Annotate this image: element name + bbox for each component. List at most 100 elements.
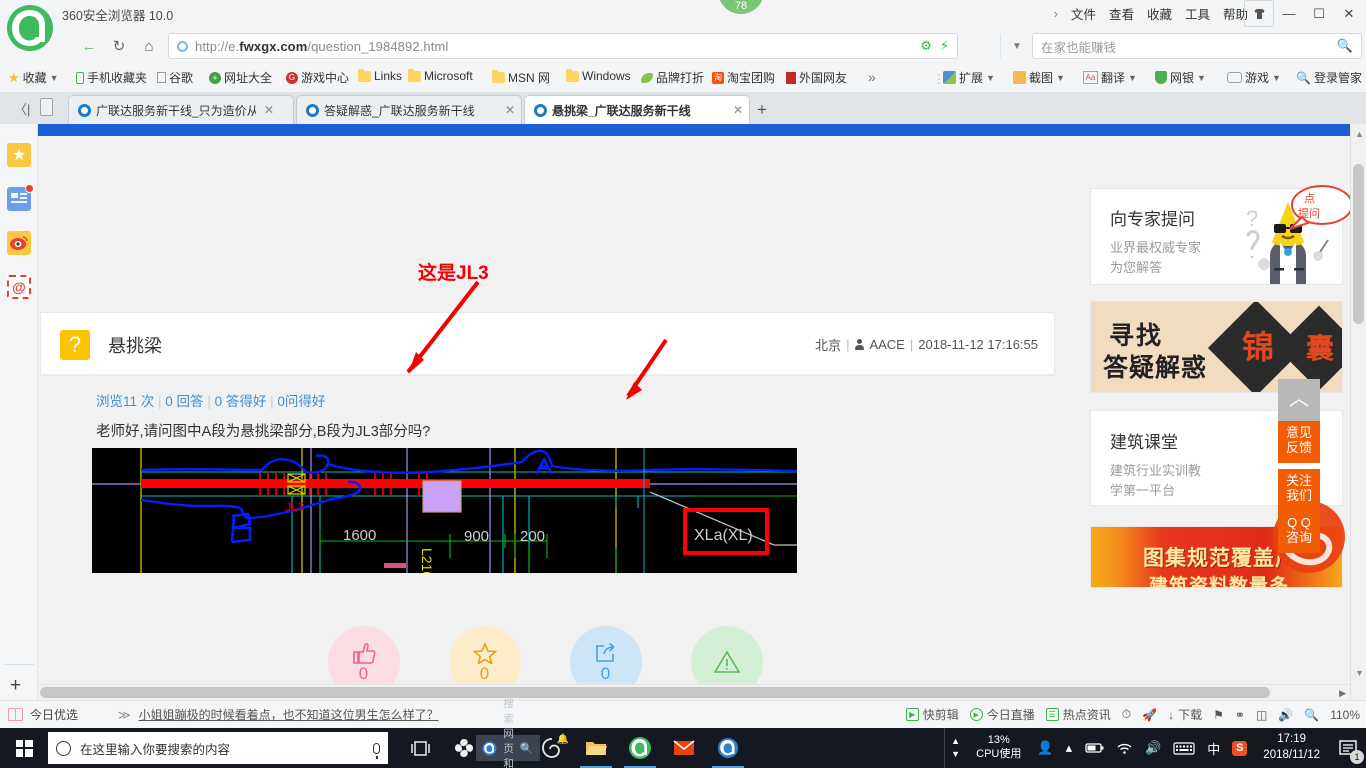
page-scrollbar-horizontal[interactable]: ▶ <box>38 684 1350 700</box>
search-input[interactable]: 在家也能赚钱 <box>1041 37 1337 56</box>
cpu-usage-widget[interactable]: 13% CPU使用 <box>966 734 1031 762</box>
follow-us-button[interactable]: 关注 我们 <box>1278 469 1320 511</box>
today-picks[interactable]: 今日优选 <box>8 706 78 723</box>
chevron-down-icon[interactable]: ▼ <box>986 73 995 83</box>
hscrollbar-thumb[interactable] <box>40 687 1270 698</box>
menu-favorites[interactable]: 收藏 <box>1147 4 1172 23</box>
menu-overflow-chevron-icon[interactable]: › <box>1054 6 1058 21</box>
tab-list-icon[interactable] <box>40 98 53 116</box>
maximize-button[interactable]: ☐ <box>1304 0 1334 27</box>
ask-expert-card[interactable]: 向专家提问 业界最权威专家 为您解答 ? 点 提问 <box>1090 185 1353 285</box>
address-bar[interactable]: http://e.fwxgx.com/question_1984892.html… <box>168 33 958 59</box>
sogou-ime-icon[interactable]: S <box>1226 740 1253 756</box>
tab-2[interactable]: 悬挑梁_广联达服务新干线 ✕ <box>524 95 750 124</box>
start-button[interactable] <box>0 728 48 768</box>
bookmark-links[interactable]: Links <box>358 68 402 83</box>
add-side-panel-button[interactable]: + <box>10 675 21 697</box>
taskbar-360-browser[interactable] <box>618 728 662 768</box>
bookmarks-overflow-icon[interactable]: » <box>868 69 876 85</box>
home-icon[interactable]: ⌂ <box>136 33 162 59</box>
new-tab-button[interactable]: + <box>757 100 767 120</box>
tool-quick-edit[interactable]: ▶ 快剪辑 <box>905 706 959 723</box>
scroll-up-icon[interactable]: ▲ <box>1355 129 1364 139</box>
tray-expand-icon[interactable]: ▴ <box>1060 740 1079 756</box>
chevron-down-icon[interactable]: ▼ <box>1197 73 1206 83</box>
tray-scroll-icons[interactable]: ▲ ▼ <box>944 728 966 768</box>
page-scrollbar-vertical[interactable]: ▲ ▼ <box>1350 124 1366 700</box>
volume-icon[interactable]: 🔊 <box>1278 708 1293 722</box>
chevron-down-icon[interactable]: ▼ <box>1056 73 1065 83</box>
qq-consult-button[interactable]: Q Q 咨询 <box>1278 511 1320 553</box>
tab-scroll-left-icon[interactable]: 〈| <box>14 99 30 118</box>
chevron-down-icon[interactable]: ▼ <box>951 748 960 762</box>
reload-icon[interactable]: ↻ <box>106 33 132 59</box>
tab-close-icon[interactable]: ✕ <box>264 103 274 117</box>
speed-icon[interactable]: ⏱ <box>1122 707 1131 722</box>
task-view-icon[interactable] <box>398 728 442 768</box>
notification-center-button[interactable]: 1 <box>1330 728 1366 768</box>
search-icon[interactable]: 🔍 <box>1337 38 1353 54</box>
status-news[interactable]: ≫ 小姐姐蹦极的时候看着点，也不知道这位男生怎么样了？ <box>118 706 439 723</box>
menu-file[interactable]: 文件 <box>1071 4 1096 23</box>
chevron-down-icon[interactable]: ▼ <box>1272 73 1281 83</box>
zoom-level[interactable]: 110% <box>1330 708 1360 722</box>
bookmark-brand-discount[interactable]: 品牌打折 <box>641 69 704 86</box>
toolbar-login-manager[interactable]: 🔍 登录管家 <box>1296 69 1362 86</box>
privacy-icon[interactable]: ⚭ <box>1235 708 1245 722</box>
minimize-button[interactable]: — <box>1274 0 1304 27</box>
taskbar-search-input[interactable]: 在这里输入你要搜索的内容 <box>80 739 373 758</box>
battery-icon[interactable] <box>1078 742 1110 754</box>
favorites-star-icon[interactable]: ★ <box>7 143 31 167</box>
bookmark-mobile-favorites[interactable]: 手机收藏夹 <box>76 69 147 86</box>
news-headline[interactable]: 小姐姐蹦极的时候看着点，也不知道这位男生怎么样了？ <box>139 706 439 723</box>
tool-live-today[interactable]: ▶ 今日直播 <box>969 706 1035 723</box>
chevron-down-icon[interactable]: ▼ <box>1128 73 1137 83</box>
at-mention-icon[interactable]: @ <box>7 275 31 299</box>
top-score-badge[interactable]: 78 <box>718 0 764 14</box>
close-button[interactable]: ✕ <box>1334 0 1364 27</box>
taskbar-ie[interactable] <box>706 728 750 768</box>
news-panel-icon[interactable] <box>7 184 34 211</box>
microphone-icon[interactable] <box>373 742 380 759</box>
taskbar-clock[interactable]: 17:19 2018/11/12 <box>1253 732 1330 763</box>
chevron-down-icon[interactable]: ▼ <box>50 73 59 83</box>
taskbar-mail[interactable] <box>662 728 706 768</box>
question-cad-image[interactable]: A JL3 1600 900 200 L210 XLa(XL) <box>92 448 797 573</box>
site-info-icon[interactable] <box>177 40 188 52</box>
tool-hot-news[interactable]: ☰ 热点资讯 <box>1045 706 1111 723</box>
tab-0[interactable]: 广联达服务新干线_只为造价从业 ✕ <box>68 95 294 124</box>
menu-tools[interactable]: 工具 <box>1185 4 1210 23</box>
toolbar-screenshot[interactable]: 截图 ▼ <box>1013 69 1065 86</box>
back-icon[interactable]: ← <box>76 33 102 59</box>
edge-search-box[interactable]: 搜索网页和文件 🔍 <box>476 698 540 768</box>
taskbar-file-explorer[interactable] <box>574 728 618 768</box>
menu-view[interactable]: 查看 <box>1109 4 1134 23</box>
bookmark-taobao-group[interactable]: 淘 淘宝团购 <box>712 69 775 86</box>
bookmark-favorites[interactable]: ★ 收藏 ▼ <box>8 69 59 86</box>
hscroll-right-icon[interactable]: ▶ <box>1339 688 1346 699</box>
shield-icon[interactable]: ⚙ <box>920 38 932 54</box>
bookmark-microsoft[interactable]: Microsoft <box>408 68 473 83</box>
bookmark-google[interactable]: 谷歌 <box>157 69 193 86</box>
zoom-search-icon[interactable]: 🔍 <box>1304 708 1319 722</box>
toolbar-extensions[interactable]: 扩展 ▼ <box>943 69 995 86</box>
weibo-icon[interactable] <box>7 231 31 255</box>
lightning-icon[interactable]: ⚡ <box>940 38 949 54</box>
wifi-icon[interactable] <box>1110 742 1139 755</box>
bookmark-hao360[interactable]: + 网址大全 <box>209 69 272 86</box>
rocket-icon[interactable]: 🚀 <box>1142 708 1157 722</box>
back-to-top-button[interactable]: ︿ <box>1278 379 1320 421</box>
bookmark-msn[interactable]: MSN 网 <box>492 69 550 86</box>
tab-close-icon[interactable]: ✕ <box>733 103 743 117</box>
edge-search-placeholder[interactable]: 搜索网页和文件 <box>503 696 514 768</box>
search-box[interactable]: 在家也能赚钱 🔍 <box>1032 33 1362 59</box>
tab-close-icon[interactable]: ✕ <box>505 103 515 117</box>
bookmark-windows[interactable]: Windows <box>566 68 631 83</box>
keyboard-icon[interactable] <box>1167 741 1201 755</box>
news-expand-icon[interactable]: ≫ <box>118 708 131 722</box>
ime-indicator[interactable]: 中 <box>1201 739 1226 758</box>
chevron-up-icon[interactable]: ▲ <box>951 735 960 749</box>
volume-icon[interactable]: 🔊 <box>1139 740 1167 756</box>
tab-1[interactable]: 答疑解惑_广联达服务新干线 ✕ <box>296 95 522 124</box>
spiral-app-icon[interactable]: 🔔 <box>530 728 574 768</box>
